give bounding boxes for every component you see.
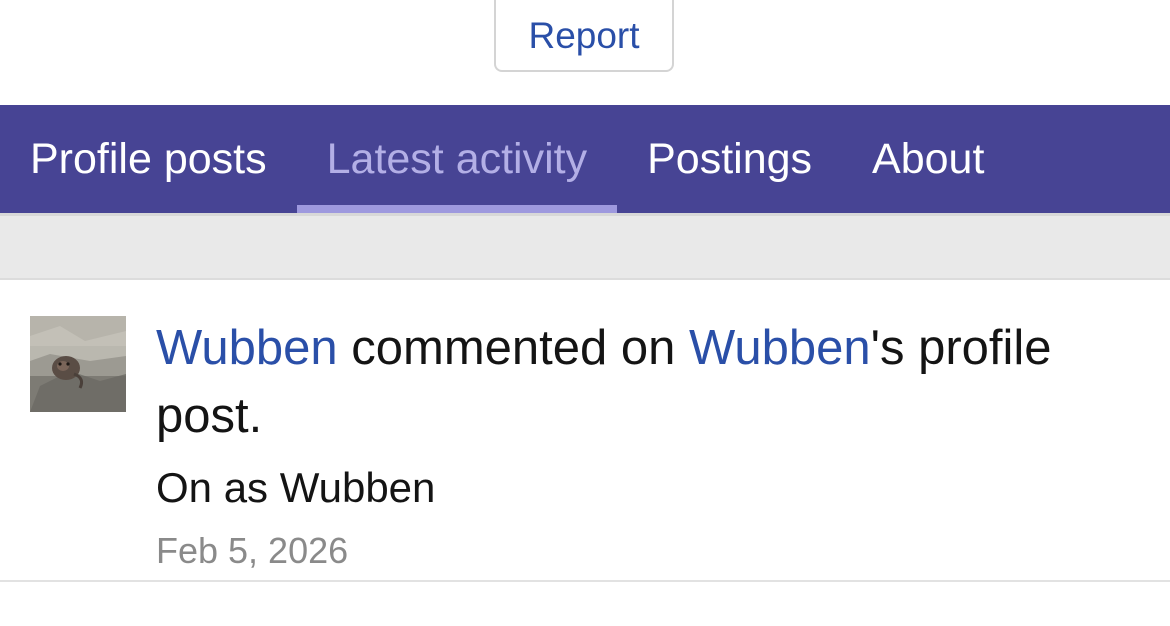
top-area: Report (0, 0, 1170, 105)
actor-link[interactable]: Wubben (156, 321, 338, 375)
activity-item: Wubben commented on Wubben's profile pos… (0, 280, 1170, 582)
tab-profile-posts[interactable]: Profile posts (0, 105, 297, 213)
activity-headline: Wubben commented on Wubben's profile pos… (156, 314, 1140, 450)
avatar-image (30, 316, 126, 412)
tab-about[interactable]: About (842, 105, 1014, 213)
profile-tab-bar: Profile posts Latest activity Postings A… (0, 105, 1170, 216)
tab-latest-activity[interactable]: Latest activity (296, 105, 618, 213)
report-button[interactable]: Report (494, 0, 674, 72)
activity-date[interactable]: Feb 5, 2026 (156, 530, 1140, 572)
activity-content: Wubben commented on Wubben's profile pos… (156, 314, 1140, 572)
section-divider (0, 216, 1170, 280)
target-user-link[interactable]: Wubben (689, 321, 871, 375)
activity-snippet[interactable]: On as Wubben (156, 460, 1140, 516)
tab-postings[interactable]: Postings (617, 105, 842, 213)
avatar[interactable] (30, 316, 126, 412)
activity-verb: commented on (351, 321, 676, 375)
